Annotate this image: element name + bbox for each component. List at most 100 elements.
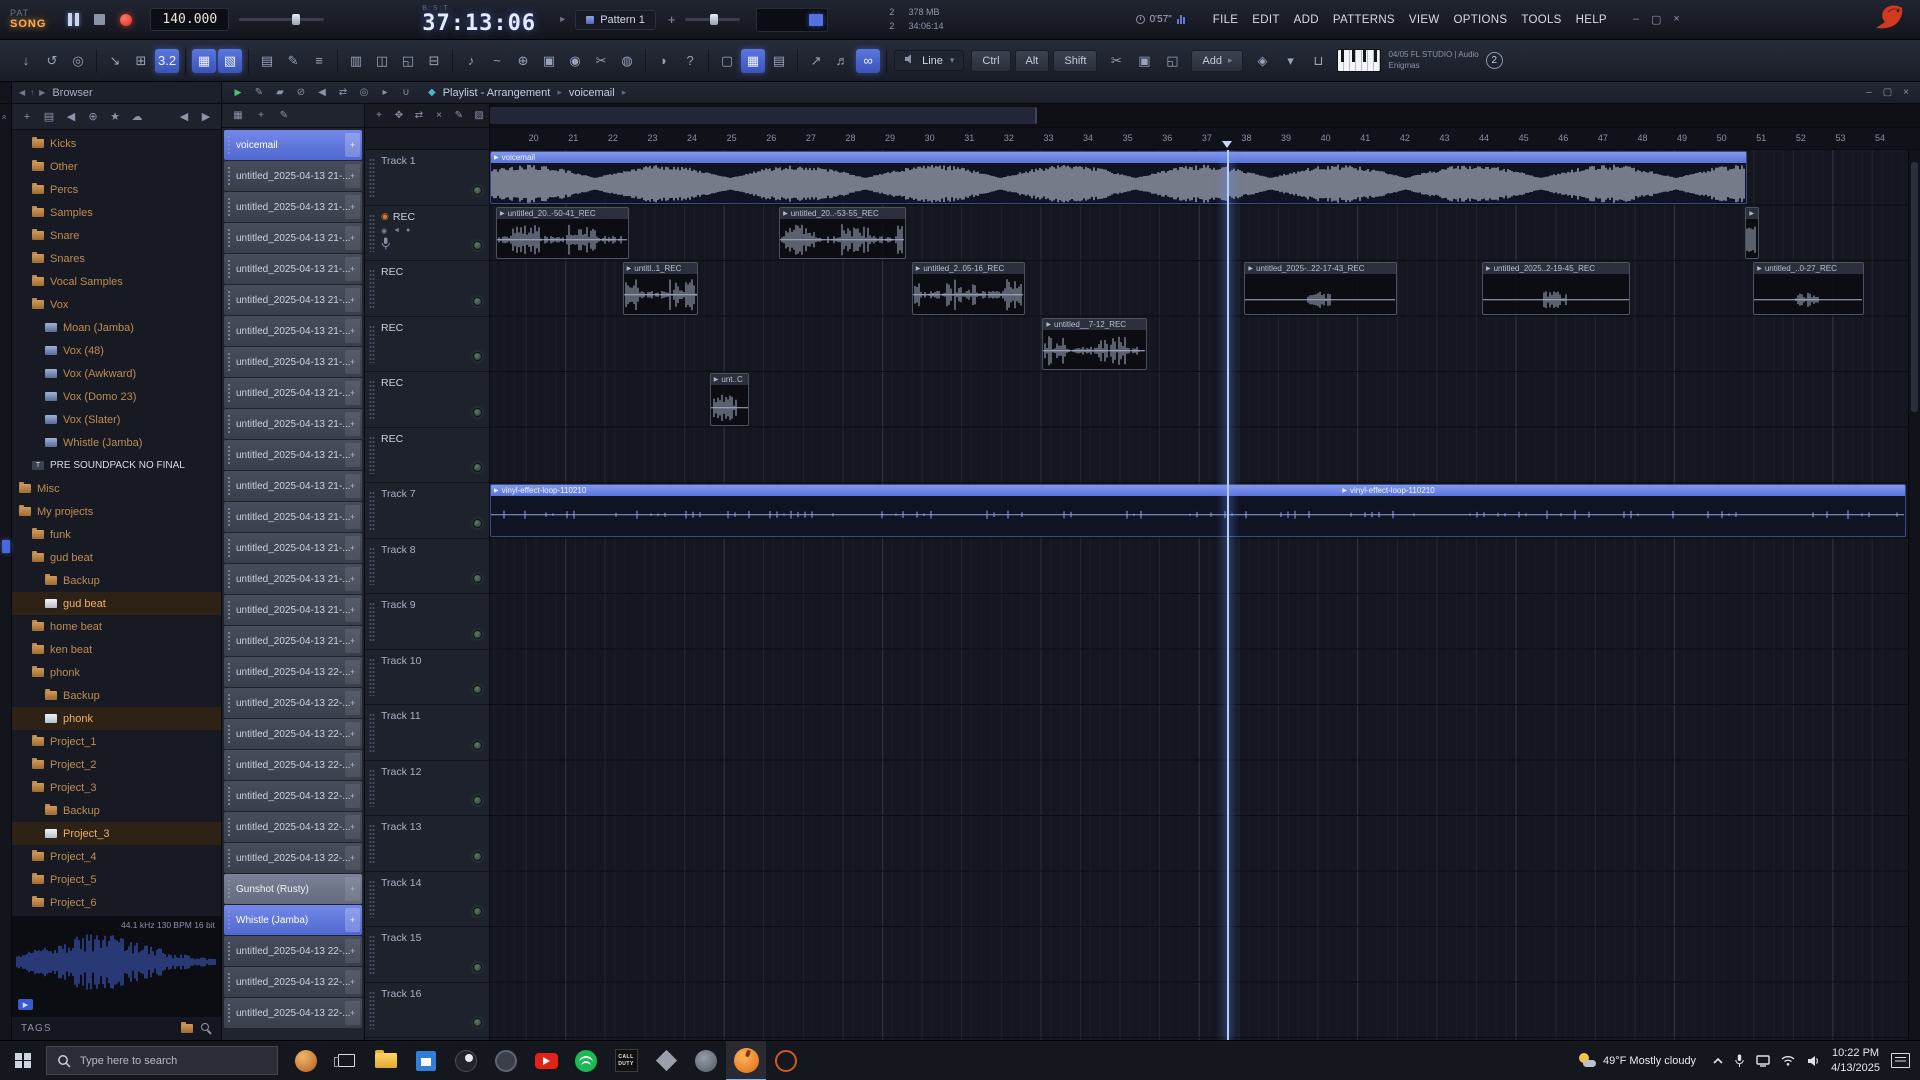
track-header-4[interactable]: REC [365,317,489,373]
paint-tool-icon[interactable]: ▰ [271,85,289,101]
count-badge[interactable]: 2 [1486,52,1503,69]
track-header-10[interactable]: Track 10 [365,650,489,706]
browser-item-project-2[interactable]: Project_2 [12,753,221,776]
draw-tool-icon[interactable]: ✎ [451,108,467,124]
clip-untitled-20-53-55-rec[interactable]: ▶untitled_20..-53-55_REC [779,207,906,260]
clip-source-untitled-2025-04-13-21[interactable]: untitled_2025-04-13 21-...+ [224,223,362,253]
menu-tools[interactable]: TOOLS [1521,14,1561,26]
move-handle-icon[interactable]: + [345,474,360,498]
browser-item-vox-awkward[interactable]: Vox (Awkward) [12,362,221,385]
slide-tool-icon[interactable]: ↘ [103,49,127,73]
move-handle-icon[interactable]: + [345,846,360,870]
clip-source-untitled-2025-04-13-21[interactable]: untitled_2025-04-13 21-...+ [224,347,362,377]
record-button[interactable] [120,14,132,26]
clip-voicemail[interactable]: ▶voicemail [490,151,1747,204]
touch-keyboard-icon[interactable]: ▢ [715,49,739,73]
browser-item-vocal-samples[interactable]: Vocal Samples [12,270,221,293]
add-icon[interactable]: + [17,108,37,126]
clip-source-untitled-2025-04-13-22[interactable]: untitled_2025-04-13 22-...+ [224,936,362,966]
clip-unt-c[interactable]: ▶unt..C [710,373,750,426]
clip-source-untitled-2025-04-13-22[interactable]: untitled_2025-04-13 22-...+ [224,843,362,873]
pencil-edit-icon[interactable]: ✎ [281,49,305,73]
browser-item-snares[interactable]: Snares [12,247,221,270]
play-button[interactable] [68,13,79,26]
menu-add[interactable]: ADD [1294,14,1319,26]
track-header-11[interactable]: Track 11 [365,705,489,761]
browser-item-misc[interactable]: Misc [12,477,221,500]
chat-icon[interactable]: ◗ [652,49,676,73]
settings-gear-icon[interactable] [486,1041,526,1080]
browser-header[interactable]: ◀↑▶ Browser [12,82,222,103]
browser-item-percs[interactable]: Percs [12,178,221,201]
browser-item-moan-jamba[interactable]: Moan (Jamba) [12,316,221,339]
track-grip-handle[interactable] [369,880,375,919]
magnet-snap-icon[interactable]: ∪ [397,85,415,101]
track-activity-led[interactable] [473,408,482,417]
minimize-window-button[interactable]: – [1866,87,1872,98]
shuffle-slider[interactable] [239,18,324,21]
browser-item-project-1[interactable]: Project_1 [12,730,221,753]
move-handle-icon[interactable]: + [345,691,360,715]
browser-item-vox-domo-23[interactable]: Vox (Domo 23) [12,385,221,408]
track-activity-led[interactable] [473,463,482,472]
clip-source-untitled-2025-04-13-21[interactable]: untitled_2025-04-13 21-...+ [224,440,362,470]
track-grip-handle[interactable] [369,824,375,863]
close-window-button[interactable]: × [1903,87,1909,98]
horizontal-scrollbar[interactable] [490,104,1920,127]
browser-item-other[interactable]: Other [12,155,221,178]
marker-icon[interactable]: ▾ [1278,49,1302,73]
browser-item-vox-slater[interactable]: Vox (Slater) [12,408,221,431]
move-handle-icon[interactable]: + [345,536,360,560]
move-handle-icon[interactable]: + [345,939,360,963]
track-header-1[interactable]: Track 1 [365,150,489,206]
browser-nav-icon[interactable]: ◀ [19,88,25,97]
favorites-star-icon[interactable]: ★ [105,108,125,126]
clip-source-untitled-2025-04-13-21[interactable]: untitled_2025-04-13 21-...+ [224,285,362,315]
track-grip-handle[interactable] [369,325,375,364]
move-icon[interactable]: + [252,108,270,124]
browser-item-project-4[interactable]: Project_4 [12,845,221,868]
move-handle-icon[interactable]: + [345,908,360,932]
track-grip-handle[interactable] [369,491,375,530]
browser-nav-icon[interactable]: ▶ [39,88,45,97]
move-handle-icon[interactable]: + [345,443,360,467]
taskbar-search[interactable]: Type here to search [46,1046,278,1075]
record-arm-icon[interactable]: ◉ [563,49,587,73]
track-grip-handle[interactable] [369,547,375,586]
track-activity-led[interactable] [473,796,482,805]
modifier-alt[interactable]: Alt [1015,50,1050,72]
menu-file[interactable]: FILE [1213,14,1239,26]
close-tool-icon[interactable]: × [431,108,447,124]
app-icon-o[interactable] [766,1041,806,1080]
track-header-12[interactable]: Track 12 [365,761,489,817]
move-handle-icon[interactable]: + [345,350,360,374]
step-sequencer-wave-icon[interactable]: ▧ [218,49,242,73]
cut-tool-icon[interactable]: ✂ [589,49,613,73]
file-explorer-icon[interactable] [366,1041,406,1080]
move-handle-icon[interactable]: + [345,257,360,281]
move-handle-icon[interactable]: + [345,1001,360,1025]
browser-item-funk[interactable]: funk [12,523,221,546]
macro-icon[interactable]: ◈ [1250,49,1274,73]
add-button[interactable]: Add ▸ [1191,50,1243,72]
browser-item-ken-beat[interactable]: ken beat [12,638,221,661]
app-icon-diamond[interactable] [646,1041,686,1080]
browser-item-project-3[interactable]: Project_3 [12,822,221,845]
pat-mode-label[interactable]: PAT [10,8,46,18]
master-volume-slider[interactable] [685,18,740,21]
song-mode-label[interactable]: SONG [10,18,46,31]
track-grip-handle[interactable] [369,602,375,641]
track-activity-led[interactable] [473,685,482,694]
maximize-button[interactable]: ▢ [1651,13,1661,26]
track-grip-handle[interactable] [369,214,375,253]
clip-untitled-2-05-16-rec[interactable]: ▶untitled_2..05-16_REC [912,262,1025,315]
browser-item-phonk[interactable]: phonk [12,707,221,730]
playlist-panel-icon[interactable]: ▦ [741,49,765,73]
pencil-icon[interactable]: ✎ [275,108,293,124]
move-handle-icon[interactable]: + [345,753,360,777]
track-activity-led[interactable] [473,741,482,750]
audition-icon[interactable]: ◀ [61,108,81,126]
playhead-marker[interactable] [1222,141,1232,148]
detach-icon[interactable]: ↗ [804,49,828,73]
sample-preview-panel[interactable]: 44.1 kHz 130 BPM 16 bit ▶ [12,916,221,1016]
